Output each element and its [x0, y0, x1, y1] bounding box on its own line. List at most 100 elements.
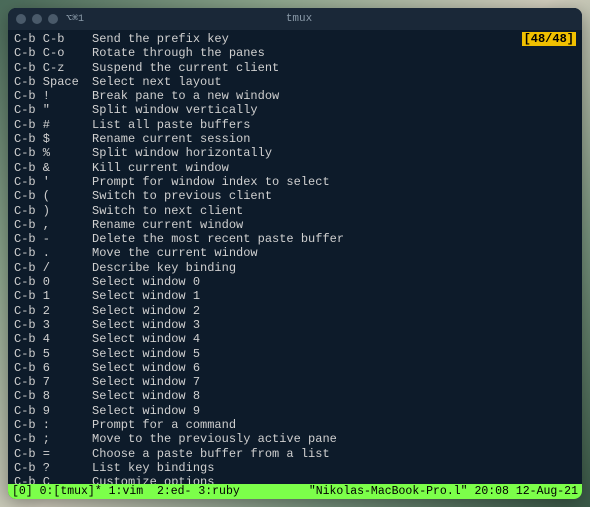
keybinding-key: C-b 9	[14, 404, 92, 418]
keybinding-row: C-b 4Select window 4	[14, 332, 576, 346]
keybinding-row: C-b 7Select window 7	[14, 375, 576, 389]
titlebar: ⌥⌘1 tmux	[8, 8, 582, 30]
keybinding-key: C-b %	[14, 146, 92, 160]
keybinding-key: C-b &	[14, 161, 92, 175]
keybinding-key: C-b $	[14, 132, 92, 146]
keybinding-key: C-b 7	[14, 375, 92, 389]
keybinding-row: C-b SpaceSelect next layout	[14, 75, 576, 89]
keybinding-row: C-b 0Select window 0	[14, 275, 576, 289]
keybinding-desc: Select window 3	[92, 318, 200, 332]
keybinding-key: C-b )	[14, 204, 92, 218]
keybinding-desc: Select window 8	[92, 389, 200, 403]
keybinding-key: C-b #	[14, 118, 92, 132]
keybinding-desc: Prompt for window index to select	[92, 175, 330, 189]
keybinding-desc: Select next layout	[92, 75, 222, 89]
keybinding-row: C-b C-oRotate through the panes	[14, 46, 576, 60]
keybinding-list: C-b C-bSend the prefix keyC-b C-oRotate …	[14, 32, 576, 484]
search-counter: [48/48]	[522, 32, 576, 46]
keybinding-desc: Delete the most recent paste buffer	[92, 232, 344, 246]
window-title: tmux	[84, 13, 514, 25]
keybinding-desc: Prompt for a command	[92, 418, 236, 432]
keybinding-desc: Rotate through the panes	[92, 46, 265, 60]
keybinding-row: C-b $Rename current session	[14, 132, 576, 146]
keybinding-row: C-b CCustomize options	[14, 475, 576, 484]
keybinding-key: C-b '	[14, 175, 92, 189]
status-date: 12-Aug-21	[516, 485, 578, 498]
keybinding-key: C-b 5	[14, 347, 92, 361]
keybinding-row: C-b ;Move to the previously active pane	[14, 432, 576, 446]
keybinding-desc: Switch to previous client	[92, 189, 272, 203]
keybinding-key: C-b -	[14, 232, 92, 246]
keybinding-key: C-b =	[14, 447, 92, 461]
keybinding-row: C-b 6Select window 6	[14, 361, 576, 375]
keybinding-key: C-b /	[14, 261, 92, 275]
tmux-statusbar: [0] 0:[tmux]* 1:vim 2:ed- 3:ruby "Nikola…	[8, 484, 582, 499]
keybinding-desc: Customize options	[92, 475, 214, 484]
keybinding-key: C-b ,	[14, 218, 92, 232]
keybinding-row: C-b "Split window vertically	[14, 103, 576, 117]
close-icon[interactable]	[16, 14, 26, 24]
keybinding-desc: Move to the previously active pane	[92, 432, 337, 446]
keybinding-row: C-b (Switch to previous client	[14, 189, 576, 203]
keybinding-key: C-b :	[14, 418, 92, 432]
keybinding-row: C-b ?List key bindings	[14, 461, 576, 475]
keybinding-desc: Switch to next client	[92, 204, 243, 218]
keybinding-key: C-b 1	[14, 289, 92, 303]
keybinding-row: C-b )Switch to next client	[14, 204, 576, 218]
keybinding-row: C-b C-bSend the prefix key	[14, 32, 576, 46]
keybinding-key: C-b 3	[14, 318, 92, 332]
keybinding-desc: Send the prefix key	[92, 32, 229, 46]
keybinding-row: C-b 'Prompt for window index to select	[14, 175, 576, 189]
keybinding-row: C-b 3Select window 3	[14, 318, 576, 332]
keybinding-desc: Move the current window	[92, 246, 258, 260]
keybinding-key: C-b C-o	[14, 46, 92, 60]
keybinding-desc: Describe key binding	[92, 261, 236, 275]
keybinding-desc: Select window 2	[92, 304, 200, 318]
terminal-content[interactable]: [48/48] C-b C-bSend the prefix keyC-b C-…	[8, 30, 582, 484]
keybinding-key: C-b 6	[14, 361, 92, 375]
status-host: "Nikolas-MacBook-Pro.l"	[309, 485, 468, 498]
minimize-icon[interactable]	[32, 14, 42, 24]
keybinding-key: C-b ?	[14, 461, 92, 475]
keybinding-desc: List all paste buffers	[92, 118, 250, 132]
status-time: 20:08	[474, 485, 509, 498]
keybinding-desc: Select window 0	[92, 275, 200, 289]
keybinding-row: C-b #List all paste buffers	[14, 118, 576, 132]
keybinding-key: C-b C-b	[14, 32, 92, 46]
keybinding-row: C-b ,Rename current window	[14, 218, 576, 232]
keybinding-key: C-b C	[14, 475, 92, 484]
keybinding-desc: Select window 9	[92, 404, 200, 418]
keybinding-row: C-b C-zSuspend the current client	[14, 61, 576, 75]
keybinding-key: C-b 2	[14, 304, 92, 318]
terminal-window: ⌥⌘1 tmux [48/48] C-b C-bSend the prefix …	[8, 8, 582, 499]
keybinding-key: C-b (	[14, 189, 92, 203]
keybinding-key: C-b C-z	[14, 61, 92, 75]
traffic-lights	[16, 14, 58, 24]
keybinding-desc: Rename current window	[92, 218, 243, 232]
keybinding-row: C-b %Split window horizontally	[14, 146, 576, 160]
keybinding-key: C-b 8	[14, 389, 92, 403]
keybinding-desc: Choose a paste buffer from a list	[92, 447, 330, 461]
keybinding-desc: Select window 4	[92, 332, 200, 346]
session-indicator: [0]	[12, 485, 33, 498]
keybinding-row: C-b -Delete the most recent paste buffer	[14, 232, 576, 246]
keybinding-row: C-b .Move the current window	[14, 246, 576, 260]
keybinding-row: C-b 5Select window 5	[14, 347, 576, 361]
titlebar-shortcut: ⌥⌘1	[66, 13, 84, 25]
window-list: 0:[tmux]* 1:vim 2:ed- 3:ruby	[40, 485, 240, 498]
keybinding-desc: List key bindings	[92, 461, 214, 475]
zoom-icon[interactable]	[48, 14, 58, 24]
keybinding-desc: Select window 6	[92, 361, 200, 375]
keybinding-desc: Break pane to a new window	[92, 89, 279, 103]
keybinding-desc: Kill current window	[92, 161, 229, 175]
keybinding-desc: Select window 1	[92, 289, 200, 303]
keybinding-key: C-b 0	[14, 275, 92, 289]
keybinding-row: C-b 8Select window 8	[14, 389, 576, 403]
status-left: [0] 0:[tmux]* 1:vim 2:ed- 3:ruby	[12, 485, 240, 498]
keybinding-row: C-b !Break pane to a new window	[14, 89, 576, 103]
keybinding-desc: Split window vertically	[92, 103, 258, 117]
keybinding-key: C-b 4	[14, 332, 92, 346]
keybinding-key: C-b ;	[14, 432, 92, 446]
keybinding-row: C-b /Describe key binding	[14, 261, 576, 275]
keybinding-row: C-b =Choose a paste buffer from a list	[14, 447, 576, 461]
